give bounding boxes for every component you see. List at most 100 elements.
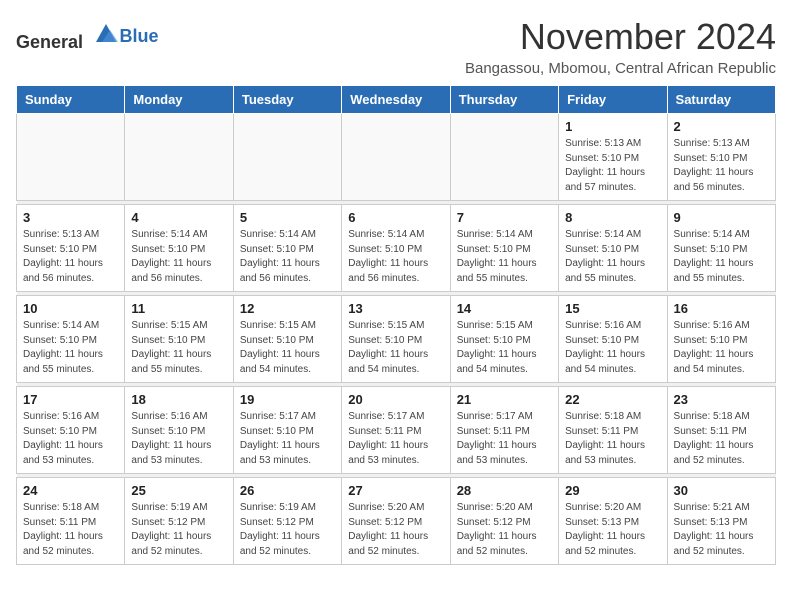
day-number: 3: [23, 210, 118, 225]
day-number: 15: [565, 301, 660, 316]
day-number: 8: [565, 210, 660, 225]
calendar-cell-w4d3: 27 Sunrise: 5:20 AM Sunset: 5:12 PM Dayli…: [342, 478, 450, 565]
day-number: 9: [674, 210, 769, 225]
day-info: Sunrise: 5:17 AM Sunset: 5:11 PM Dayligh…: [348, 410, 443, 468]
logo-icon: [92, 20, 120, 48]
calendar-cell-w4d4: 28 Sunrise: 5:20 AM Sunset: 5:12 PM Dayli…: [450, 478, 558, 565]
day-info: Sunrise: 5:14 AM Sunset: 5:10 PM Dayligh…: [131, 228, 226, 286]
month-title: November 2024: [465, 16, 776, 58]
day-info: Sunrise: 5:15 AM Sunset: 5:10 PM Dayligh…: [131, 319, 226, 377]
day-info: Sunrise: 5:16 AM Sunset: 5:10 PM Dayligh…: [674, 319, 769, 377]
calendar-cell-w1d3: 6 Sunrise: 5:14 AM Sunset: 5:10 PM Daylig…: [342, 205, 450, 292]
day-info: Sunrise: 5:15 AM Sunset: 5:10 PM Dayligh…: [457, 319, 552, 377]
day-info: Sunrise: 5:15 AM Sunset: 5:10 PM Dayligh…: [240, 319, 335, 377]
day-number: 16: [674, 301, 769, 316]
calendar-cell-w4d2: 26Sunrise: 5:19 AM Sunset: 5:12 PM Dayli…: [233, 478, 341, 565]
day-number: 17: [23, 392, 118, 407]
calendar-cell-w0d4: [450, 114, 558, 201]
day-info: Sunrise: 5:14 AM Sunset: 5:10 PM Dayligh…: [457, 228, 552, 286]
calendar-cell-w1d6: 9 Sunrise: 5:14 AM Sunset: 5:10 PM Daylig…: [667, 205, 775, 292]
calendar-cell-w0d3: [342, 114, 450, 201]
day-number: 4: [131, 210, 226, 225]
day-number: 25: [131, 483, 226, 498]
day-info: Sunrise: 5:16 AM Sunset: 5:10 PM Dayligh…: [565, 319, 660, 377]
day-info: Sunrise: 5:13 AM Sunset: 5:10 PM Dayligh…: [674, 137, 769, 195]
day-number: 6: [348, 210, 443, 225]
day-number: 29: [565, 483, 660, 498]
calendar-cell-w2d3: 13Sunrise: 5:15 AM Sunset: 5:10 PM Dayli…: [342, 296, 450, 383]
day-info: Sunrise: 5:21 AM Sunset: 5:13 PM Dayligh…: [674, 501, 769, 559]
calendar-cell-w2d4: 14 Sunrise: 5:15 AM Sunset: 5:10 PM Dayli…: [450, 296, 558, 383]
day-number: 20: [348, 392, 443, 407]
calendar-cell-w4d6: 30 Sunrise: 5:21 AM Sunset: 5:13 PM Dayli…: [667, 478, 775, 565]
day-number: 22: [565, 392, 660, 407]
calendar-cell-w0d5: 1Sunrise: 5:13 AM Sunset: 5:10 PM Daylig…: [559, 114, 667, 201]
day-info: Sunrise: 5:19 AM Sunset: 5:12 PM Dayligh…: [131, 501, 226, 559]
day-info: Sunrise: 5:17 AM Sunset: 5:10 PM Dayligh…: [240, 410, 335, 468]
day-info: Sunrise: 5:13 AM Sunset: 5:10 PM Dayligh…: [23, 228, 118, 286]
calendar-cell-w1d0: 3 Sunrise: 5:13 AM Sunset: 5:10 PM Daylig…: [17, 205, 125, 292]
logo-general: General: [16, 32, 83, 52]
weekday-header-thursday: Thursday: [450, 86, 558, 114]
day-number: 21: [457, 392, 552, 407]
calendar-cell-w2d5: 15 Sunrise: 5:16 AM Sunset: 5:10 PM Dayli…: [559, 296, 667, 383]
calendar-cell-w1d5: 8 Sunrise: 5:14 AM Sunset: 5:10 PM Daylig…: [559, 205, 667, 292]
weekday-header-saturday: Saturday: [667, 86, 775, 114]
header-area: General Blue November 2024 Bangassou, Mb…: [16, 16, 776, 77]
day-info: Sunrise: 5:20 AM Sunset: 5:12 PM Dayligh…: [348, 501, 443, 559]
calendar-cell-w3d5: 22 Sunrise: 5:18 AM Sunset: 5:11 PM Dayli…: [559, 387, 667, 474]
calendar-cell-w2d6: 16 Sunrise: 5:16 AM Sunset: 5:10 PM Dayli…: [667, 296, 775, 383]
logo: General Blue: [16, 20, 159, 53]
day-number: 5: [240, 210, 335, 225]
weekday-header-monday: Monday: [125, 86, 233, 114]
weekday-header-wednesday: Wednesday: [342, 86, 450, 114]
day-info: Sunrise: 5:18 AM Sunset: 5:11 PM Dayligh…: [674, 410, 769, 468]
day-info: Sunrise: 5:14 AM Sunset: 5:10 PM Dayligh…: [23, 319, 118, 377]
day-number: 1: [565, 119, 660, 134]
calendar-cell-w0d6: 2 Sunrise: 5:13 AM Sunset: 5:10 PM Daylig…: [667, 114, 775, 201]
calendar-cell-w2d2: 12 Sunrise: 5:15 AM Sunset: 5:10 PM Dayli…: [233, 296, 341, 383]
day-info: Sunrise: 5:20 AM Sunset: 5:12 PM Dayligh…: [457, 501, 552, 559]
day-info: Sunrise: 5:18 AM Sunset: 5:11 PM Dayligh…: [23, 501, 118, 559]
calendar-cell-w0d2: [233, 114, 341, 201]
day-number: 12: [240, 301, 335, 316]
weekday-header-sunday: Sunday: [17, 86, 125, 114]
calendar-cell-w1d4: 7 Sunrise: 5:14 AM Sunset: 5:10 PM Daylig…: [450, 205, 558, 292]
day-info: Sunrise: 5:14 AM Sunset: 5:10 PM Dayligh…: [565, 228, 660, 286]
day-info: Sunrise: 5:14 AM Sunset: 5:10 PM Dayligh…: [674, 228, 769, 286]
calendar-cell-w4d5: 29 Sunrise: 5:20 AM Sunset: 5:13 PM Dayli…: [559, 478, 667, 565]
weekday-header-tuesday: Tuesday: [233, 86, 341, 114]
day-number: 23: [674, 392, 769, 407]
day-info: Sunrise: 5:14 AM Sunset: 5:10 PM Dayligh…: [240, 228, 335, 286]
calendar-cell-w1d1: 4 Sunrise: 5:14 AM Sunset: 5:10 PM Daylig…: [125, 205, 233, 292]
day-info: Sunrise: 5:20 AM Sunset: 5:13 PM Dayligh…: [565, 501, 660, 559]
calendar-cell-w3d6: 23 Sunrise: 5:18 AM Sunset: 5:11 PM Dayli…: [667, 387, 775, 474]
calendar-cell-w3d1: 18Sunrise: 5:16 AM Sunset: 5:10 PM Dayli…: [125, 387, 233, 474]
day-number: 19: [240, 392, 335, 407]
calendar-cell-w3d2: 19 Sunrise: 5:17 AM Sunset: 5:10 PM Dayli…: [233, 387, 341, 474]
day-number: 7: [457, 210, 552, 225]
calendar-cell-w4d0: 24 Sunrise: 5:18 AM Sunset: 5:11 PM Dayli…: [17, 478, 125, 565]
day-number: 13: [348, 301, 443, 316]
subtitle: Bangassou, Mbomou, Central African Repub…: [465, 60, 776, 77]
day-number: 30: [674, 483, 769, 498]
title-area: November 2024 Bangassou, Mbomou, Central…: [465, 16, 776, 77]
logo-blue: Blue: [120, 26, 159, 46]
day-number: 27: [348, 483, 443, 498]
calendar-cell-w3d0: 17 Sunrise: 5:16 AM Sunset: 5:10 PM Dayli…: [17, 387, 125, 474]
calendar-cell-w4d1: 25 Sunrise: 5:19 AM Sunset: 5:12 PM Dayli…: [125, 478, 233, 565]
day-number: 2: [674, 119, 769, 134]
day-info: Sunrise: 5:16 AM Sunset: 5:10 PM Dayligh…: [131, 410, 226, 468]
calendar-cell-w0d1: [125, 114, 233, 201]
calendar-cell-w1d2: 5 Sunrise: 5:14 AM Sunset: 5:10 PM Daylig…: [233, 205, 341, 292]
calendar: SundayMondayTuesdayWednesdayThursdayFrid…: [16, 85, 776, 565]
day-number: 28: [457, 483, 552, 498]
day-number: 11: [131, 301, 226, 316]
day-number: 24: [23, 483, 118, 498]
weekday-header-friday: Friday: [559, 86, 667, 114]
calendar-cell-w2d1: 11 Sunrise: 5:15 AM Sunset: 5:10 PM Dayli…: [125, 296, 233, 383]
day-number: 14: [457, 301, 552, 316]
day-info: Sunrise: 5:18 AM Sunset: 5:11 PM Dayligh…: [565, 410, 660, 468]
day-info: Sunrise: 5:14 AM Sunset: 5:10 PM Dayligh…: [348, 228, 443, 286]
day-info: Sunrise: 5:16 AM Sunset: 5:10 PM Dayligh…: [23, 410, 118, 468]
